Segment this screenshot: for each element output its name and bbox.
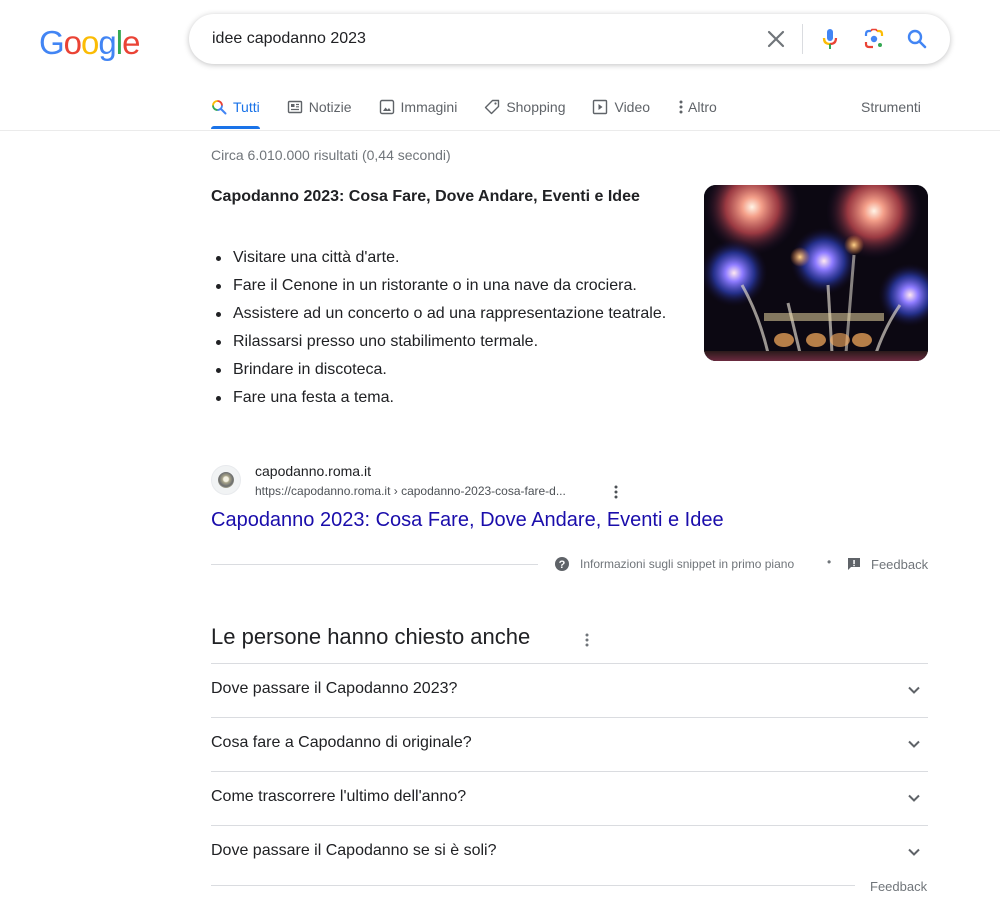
list-item: Fare il Cenone in un ristorante o in una… [211, 274, 691, 298]
list-item: Assistere ad un concerto o ad una rappre… [211, 302, 691, 326]
question-item[interactable]: Cosa fare a Capodanno di originale? [211, 717, 928, 771]
people-also-ask-list: Dove passare il Capodanno 2023? Cosa far… [211, 663, 928, 879]
more-vertical-icon[interactable] [609, 484, 623, 500]
tab-label: Tutti [233, 99, 260, 115]
about-featured-snippets-link[interactable]: ? Informazioni sugli snippet in primo pi… [554, 556, 794, 572]
tab-label: Notizie [308, 99, 352, 115]
chevron-down-icon [906, 736, 922, 752]
logo-letter: g [98, 24, 116, 61]
feedback-icon [846, 556, 862, 572]
site-favicon [211, 465, 241, 495]
svg-text:?: ? [559, 559, 566, 571]
search-icon[interactable] [905, 27, 929, 51]
snippet-divider [211, 564, 538, 565]
list-item: Rilassarsi presso uno stabilimento terma… [211, 330, 691, 354]
microphone-icon[interactable] [818, 27, 842, 51]
people-also-ask-title: Le persone hanno chiesto anche [211, 624, 531, 649]
search-divider [802, 24, 803, 54]
question-text: Cosa fare a Capodanno di originale? [211, 734, 472, 751]
logo-letter: o [81, 24, 99, 61]
separator-dot: • [827, 555, 832, 569]
question-text: Dove passare il Capodanno 2023? [211, 680, 458, 697]
logo-letter: o [63, 24, 82, 61]
snippet-feedback-button[interactable]: Feedback [846, 556, 928, 572]
google-lens-icon[interactable] [862, 27, 886, 51]
source-site-name: capodanno.roma.it [255, 463, 371, 479]
more-vertical-icon[interactable] [580, 631, 594, 649]
tab-label: Video [614, 99, 651, 115]
news-icon [287, 99, 303, 115]
question-item[interactable]: Dove passare il Capodanno se si è soli? [211, 825, 928, 879]
search-input[interactable] [212, 27, 732, 51]
tab-video[interactable]: Video [592, 92, 650, 122]
chevron-down-icon [906, 682, 922, 698]
google-logo[interactable]: Google [39, 24, 140, 62]
help-icon: ? [554, 556, 570, 572]
result-stats: Circa 6.010.000 risultati (0,44 secondi) [211, 147, 451, 163]
tab-notizie[interactable]: Notizie [287, 92, 352, 122]
tab-altro[interactable]: Altro [677, 92, 717, 122]
tab-immagini[interactable]: Immagini [379, 92, 458, 122]
question-text: Come trascorrere l'ultimo dell'anno? [211, 788, 467, 805]
tabs-divider [0, 130, 1000, 131]
list-item: Visitare una città d'arte. [211, 246, 691, 270]
featured-snippet-list: Visitare una città d'arte. Fare il Cenon… [211, 246, 691, 414]
featured-snippet-title: Capodanno 2023: Cosa Fare, Dove Andare, … [211, 188, 640, 205]
logo-letter: G [39, 24, 65, 61]
question-item[interactable]: Come trascorrere l'ultimo dell'anno? [211, 771, 928, 825]
chevron-down-icon [906, 844, 922, 860]
search-tabs: Tutti Notizie Immagini Shopping Video Al… [211, 92, 744, 130]
paa-divider [211, 885, 855, 886]
tools-button[interactable]: Strumenti [861, 99, 921, 115]
question-item[interactable]: Dove passare il Capodanno 2023? [211, 663, 928, 717]
tag-icon [484, 99, 500, 115]
logo-letter: e [122, 24, 140, 61]
question-text: Dove passare il Capodanno se si è soli? [211, 842, 497, 859]
image-icon [379, 99, 395, 115]
tab-shopping[interactable]: Shopping [484, 92, 565, 122]
play-icon [592, 99, 608, 115]
fireworks-image[interactable] [704, 185, 928, 361]
tab-label: Immagini [400, 99, 458, 115]
about-label: Informazioni sugli snippet in primo pian… [580, 557, 795, 571]
close-icon[interactable] [764, 27, 788, 51]
result-title-link[interactable]: Capodanno 2023: Cosa Fare, Dove Andare, … [211, 509, 724, 532]
more-vertical-icon [677, 99, 685, 115]
list-item: Fare una festa a tema. [211, 386, 691, 410]
tab-tutti[interactable]: Tutti [211, 92, 260, 129]
tab-label: Shopping [506, 99, 566, 115]
chevron-down-icon [906, 790, 922, 806]
paa-feedback-link[interactable]: Feedback [870, 879, 927, 894]
search-box [189, 14, 950, 64]
list-item: Brindare in discoteca. [211, 358, 691, 382]
source-url: https://capodanno.roma.it › capodanno-20… [255, 484, 566, 498]
feedback-label: Feedback [871, 556, 929, 572]
tab-label: Altro [688, 99, 717, 115]
search-icon [211, 99, 227, 115]
